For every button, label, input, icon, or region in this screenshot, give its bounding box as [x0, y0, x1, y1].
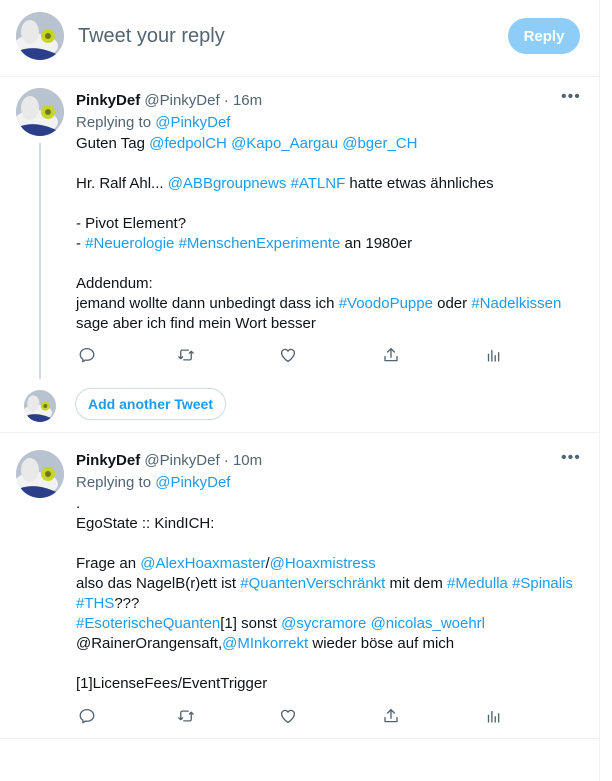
tweet-text-line: - #Neuerologie #MenschenExperimente an 1…	[76, 234, 412, 254]
timestamp[interactable]: 10m	[233, 452, 262, 469]
like-icon[interactable]	[279, 346, 299, 366]
reply-button[interactable]: Reply	[508, 18, 580, 54]
hashtag-link[interactable]: #THS	[76, 595, 114, 612]
mention-link[interactable]: @AlexHoaxmaster	[140, 555, 265, 572]
text-segment: [1]LicenseFees/EventTrigger	[76, 675, 268, 692]
tweet-text-line: #THS???	[76, 594, 139, 614]
text-segment: - Pivot Element?	[76, 215, 187, 232]
tweet-draft-1: PinkyDef @PinkyDef · 16m ••• Replying to…	[0, 76, 599, 378]
text-segment: sage aber ich find mein Wort besser	[76, 315, 316, 332]
hashtag-link[interactable]: #Medulla	[447, 575, 508, 592]
replying-to: Replying to @PinkyDef	[76, 114, 230, 131]
text-segment: Addendum:	[76, 275, 153, 292]
add-tweet-row: Add another Tweet	[0, 378, 599, 433]
separator-dot: ·	[223, 452, 229, 469]
text-segment: wieder böse auf mich	[308, 635, 455, 652]
reply-icon[interactable]	[78, 707, 98, 727]
tweet-text-line: EgoState :: KindICH:	[76, 514, 214, 534]
hashtag-link[interactable]: #MenschenExperimente	[179, 235, 341, 252]
like-icon[interactable]	[279, 707, 299, 727]
text-segment: EgoState :: KindICH:	[76, 515, 215, 532]
text-segment: also das NagelB(r)ett ist	[76, 575, 241, 592]
replying-prefix: Replying to	[76, 114, 152, 131]
share-icon[interactable]	[382, 707, 402, 727]
hashtag-link[interactable]: #Spinalis	[512, 575, 573, 592]
hashtag-link[interactable]: #Nadelkissen	[471, 295, 561, 312]
user-handle[interactable]: @PinkyDef	[144, 452, 219, 469]
text-segment: oder	[432, 295, 472, 312]
avatar[interactable]	[16, 450, 64, 498]
avatar[interactable]	[24, 390, 56, 422]
mention-link[interactable]: @fedpolCH	[149, 135, 227, 152]
tweet-text-line: Frage an @AlexHoaxmaster/@Hoaxmistress	[76, 554, 376, 574]
text-segment: jemand wollte dann unbedingt dass ich	[76, 295, 339, 312]
mention-link[interactable]: @nicolas_woehrl	[371, 615, 485, 632]
tweet-actions	[76, 707, 506, 727]
tweet-text-line: @RainerOrangensaft,@MInkorrekt wieder bö…	[76, 634, 454, 654]
tweet-text-line: [1]LicenseFees/EventTrigger	[76, 674, 267, 694]
compose-row: Tweet your reply Reply	[0, 0, 599, 77]
hashtag-link[interactable]: #ATLNF	[291, 175, 346, 192]
user-handle[interactable]: @PinkyDef	[144, 92, 219, 109]
separator-dot: ·	[223, 92, 229, 109]
text-segment: -	[76, 235, 86, 252]
tweet-text-line: .	[76, 494, 80, 514]
reply-icon[interactable]	[78, 346, 98, 366]
tweet-text-line: Guten Tag @fedpolCH @Kapo_Aargau @bger_C…	[76, 134, 417, 154]
divider	[0, 738, 599, 739]
mention-link[interactable]: @sycramore	[281, 615, 366, 632]
text-segment: @RainerOrangensaft,	[76, 635, 223, 652]
share-icon[interactable]	[382, 346, 402, 366]
mention-link[interactable]: @ABBgroupnews	[168, 175, 287, 192]
text-segment: Frage an	[76, 555, 141, 572]
analytics-icon[interactable]	[484, 346, 504, 366]
tweet-text-line: also das NagelB(r)ett ist #QuantenVersch…	[76, 574, 573, 594]
replying-handle[interactable]: @PinkyDef	[155, 474, 230, 491]
mention-link[interactable]: @Hoaxmistress	[270, 555, 376, 572]
tweet-draft-2: PinkyDef @PinkyDef · 10m ••• Replying to…	[0, 433, 599, 738]
reply-input[interactable]: Tweet your reply	[78, 25, 225, 48]
mention-link[interactable]: @MInkorrekt	[222, 635, 308, 652]
hashtag-link[interactable]: #VoodoPuppe	[339, 295, 433, 312]
text-segment: .	[76, 495, 81, 512]
reply-thread-panel: Tweet your reply Reply PinkyDef @PinkyDe…	[0, 0, 600, 781]
tweet-text-line: #EsoterischeQuanten[1] sonst @sycramore …	[76, 614, 485, 634]
hashtag-link[interactable]: #Neuerologie	[85, 235, 174, 252]
hashtag-link[interactable]: #QuantenVerschränkt	[240, 575, 385, 592]
text-segment: Guten Tag	[76, 135, 150, 152]
tweet-text-line: Hr. Ralf Ahl... @ABBgroupnews #ATLNF hat…	[76, 174, 494, 194]
text-segment: an 1980er	[340, 235, 413, 252]
mention-link[interactable]: @Kapo_Aargau	[231, 135, 338, 152]
add-another-tweet-button[interactable]: Add another Tweet	[75, 388, 226, 420]
tweet-text-line: jemand wollte dann unbedingt dass ich #V…	[76, 294, 561, 314]
replying-to: Replying to @PinkyDef	[76, 474, 230, 491]
retweet-icon[interactable]	[177, 346, 197, 366]
display-name[interactable]: PinkyDef	[76, 452, 140, 469]
retweet-icon[interactable]	[177, 707, 197, 727]
tweet-header: PinkyDef @PinkyDef · 10m	[76, 452, 262, 469]
text-segment: ???	[114, 595, 140, 612]
avatar[interactable]	[16, 88, 64, 136]
display-name[interactable]: PinkyDef	[76, 92, 140, 109]
tweet-text-line: Addendum:	[76, 274, 153, 294]
text-segment: mit dem	[385, 575, 448, 592]
timestamp[interactable]: 16m	[233, 92, 262, 109]
text-segment: hatte etwas ähnliches	[345, 175, 494, 192]
avatar[interactable]	[16, 12, 64, 60]
more-icon[interactable]: •••	[561, 449, 581, 467]
thread-connector-line	[39, 143, 41, 379]
replying-prefix: Replying to	[76, 474, 152, 491]
more-icon[interactable]: •••	[561, 88, 581, 106]
tweet-header: PinkyDef @PinkyDef · 16m	[76, 92, 262, 109]
text-segment: Hr. Ralf Ahl...	[76, 175, 168, 192]
analytics-icon[interactable]	[484, 707, 504, 727]
hashtag-link[interactable]: #EsoterischeQuanten	[76, 615, 220, 632]
text-segment: [1] sonst	[220, 615, 282, 632]
replying-handle[interactable]: @PinkyDef	[155, 114, 230, 131]
tweet-text-line: - Pivot Element?	[76, 214, 186, 234]
tweet-actions	[76, 346, 506, 366]
tweet-text-line: sage aber ich find mein Wort besser	[76, 314, 316, 334]
mention-link[interactable]: @bger_CH	[342, 135, 417, 152]
